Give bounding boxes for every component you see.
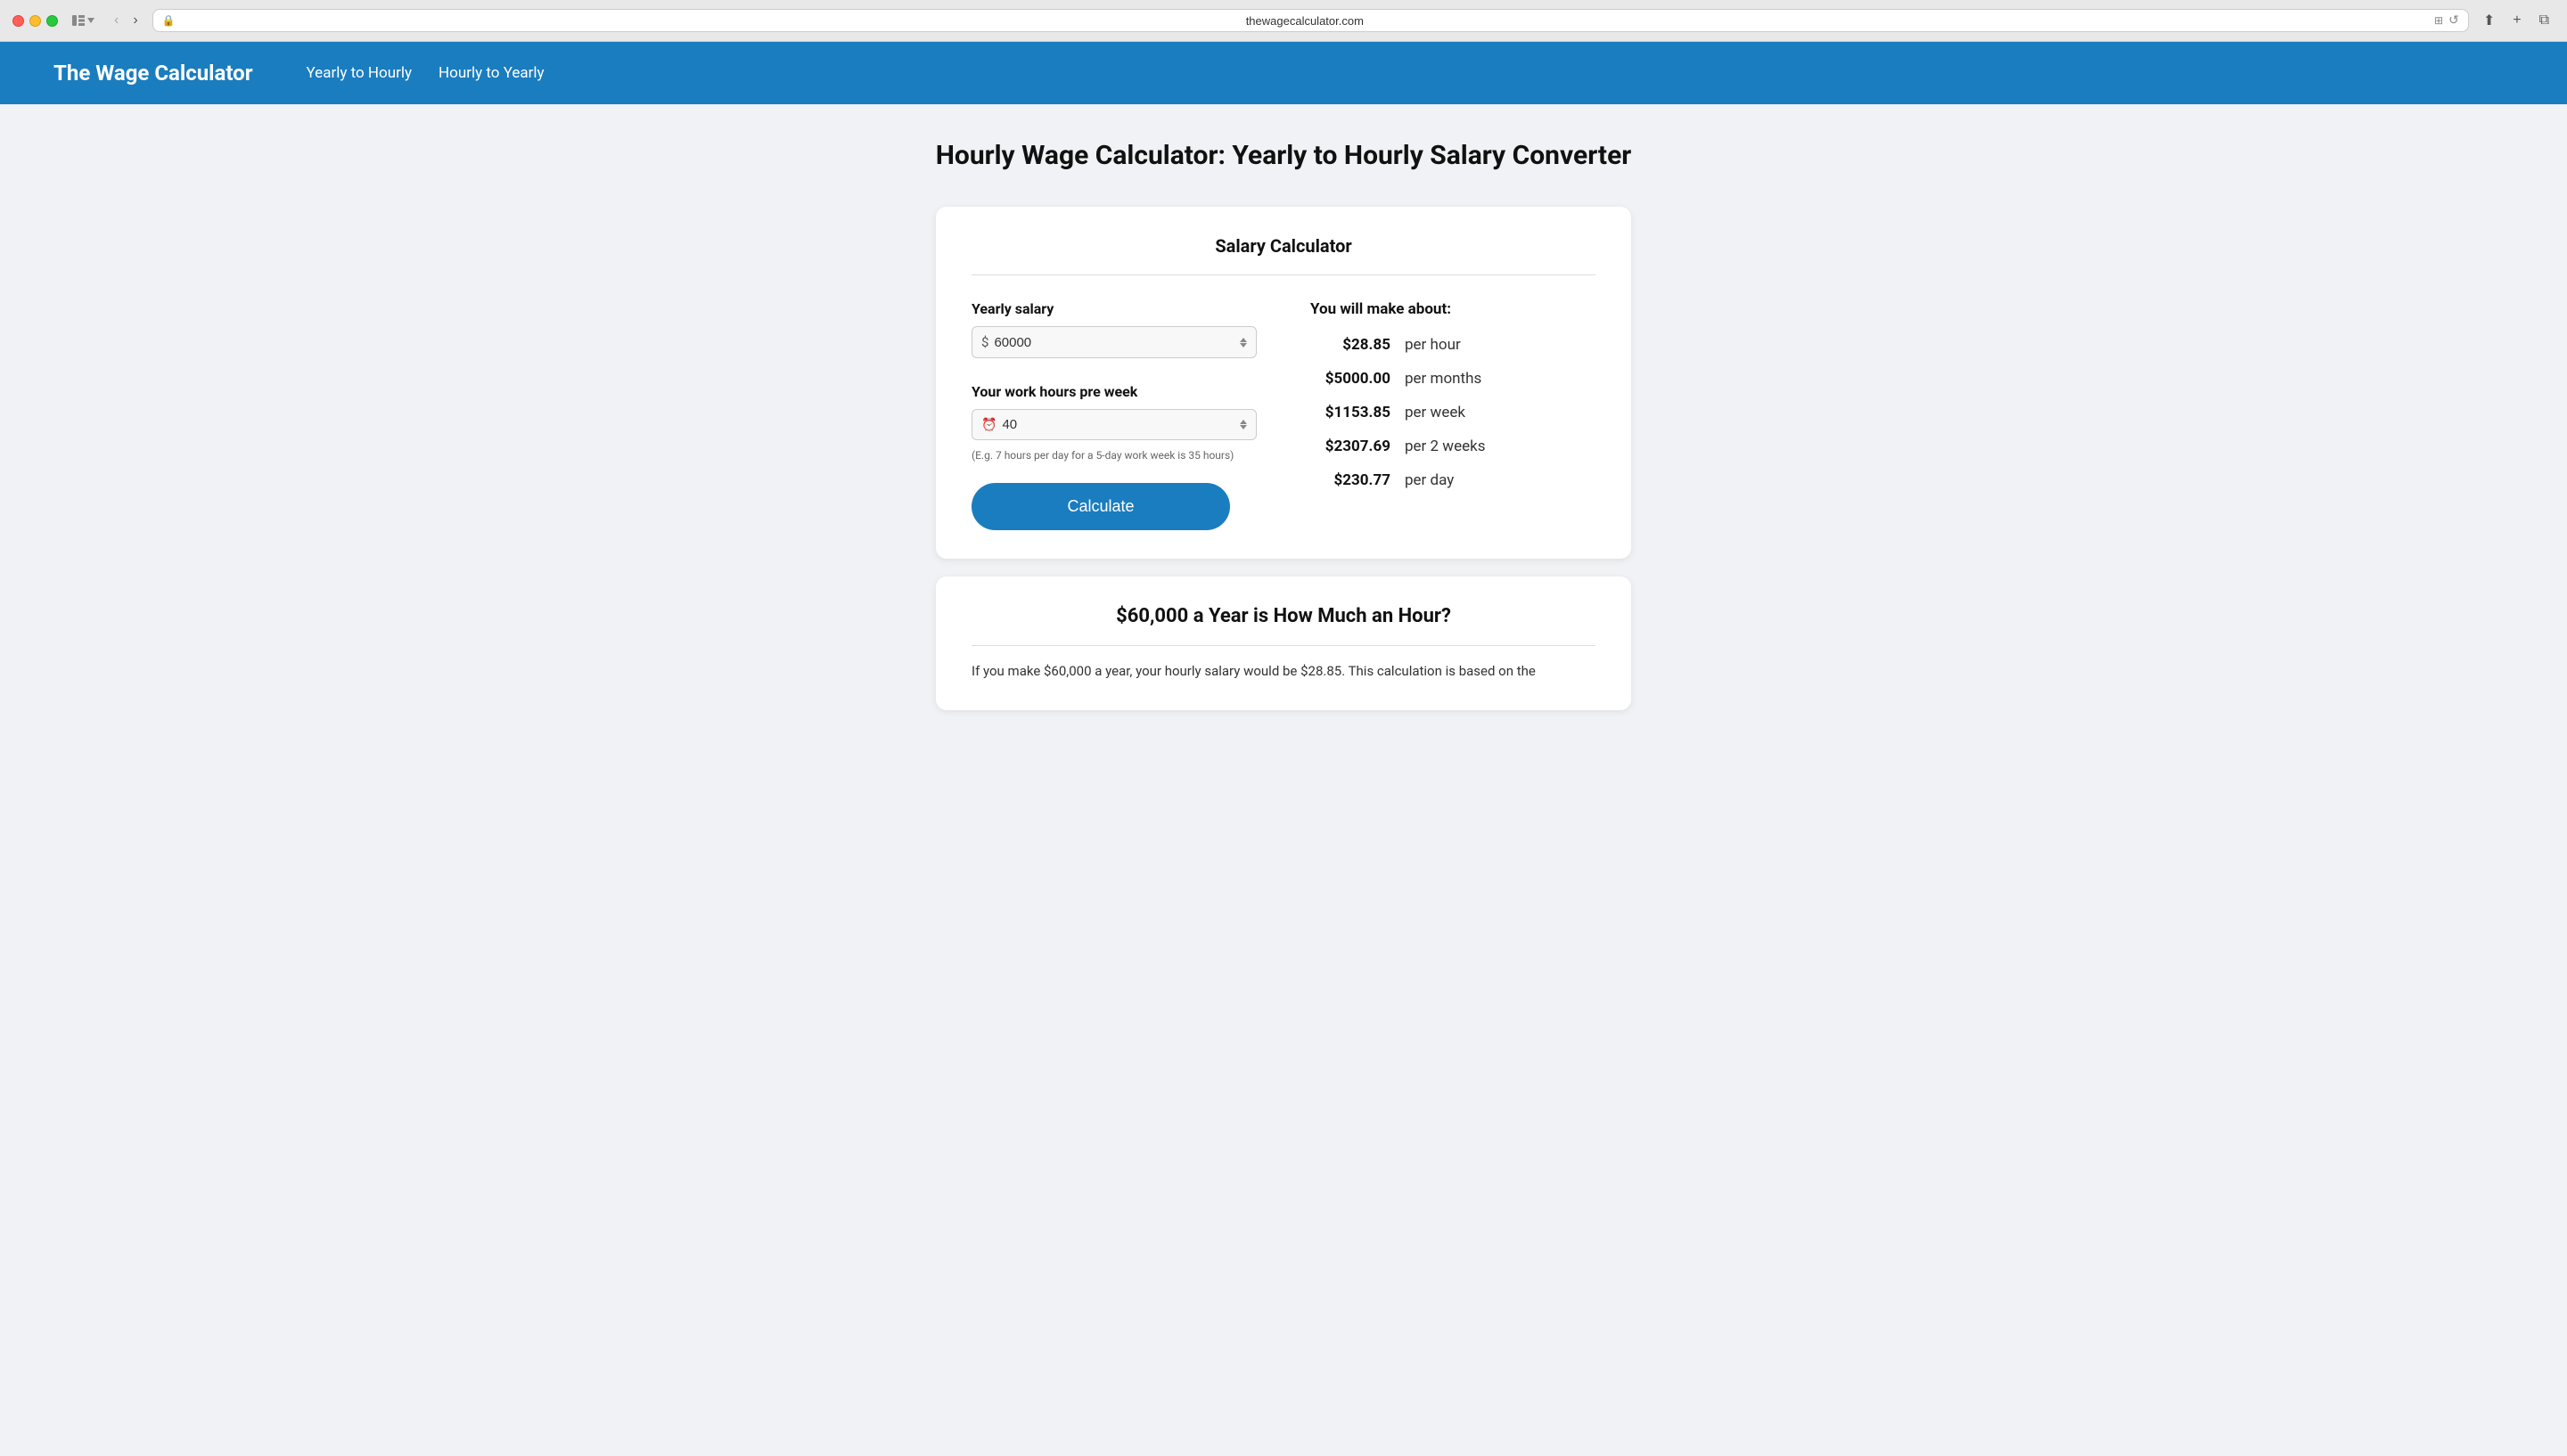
site-nav: The Wage Calculator Yearly to Hourly Hou… — [0, 42, 2567, 104]
reader-mode-icon: ⊞ — [2434, 14, 2443, 27]
result-period-week: per week — [1405, 404, 1465, 421]
security-icon: 🔒 — [162, 14, 176, 27]
hours-spinner-up-icon[interactable] — [1240, 420, 1247, 424]
nav-buttons: ‹ › — [109, 11, 144, 30]
traffic-light-yellow[interactable] — [29, 15, 41, 27]
back-button[interactable]: ‹ — [109, 11, 124, 30]
card-title: Salary Calculator — [972, 235, 1595, 257]
result-row-month: $5000.00 per months — [1310, 370, 1595, 388]
result-period-hour: per hour — [1405, 336, 1461, 354]
nav-links: Yearly to Hourly Hourly to Yearly — [307, 64, 545, 82]
hours-input[interactable] — [1002, 417, 1234, 432]
sidebar-toggle-button[interactable] — [67, 12, 100, 29]
result-period-2weeks: per 2 weeks — [1405, 438, 1486, 455]
browser-chrome: ‹ › 🔒 ⊞ ↺ ⬆ + ⧉ — [0, 0, 2567, 42]
share-button[interactable]: ⬆ — [2478, 10, 2500, 31]
address-bar-container: 🔒 ⊞ ↺ — [152, 9, 2469, 32]
address-bar[interactable] — [181, 14, 2429, 28]
spinner-up-icon[interactable] — [1240, 338, 1247, 342]
result-period-month: per months — [1405, 370, 1481, 388]
calculator-card: Salary Calculator Yearly salary $ Your w… — [936, 207, 1631, 559]
info-card-title: $60,000 a Year is How Much an Hour? — [972, 605, 1595, 627]
yearly-salary-spinner[interactable] — [1240, 338, 1247, 348]
calc-results: You will make about: $28.85 per hour $50… — [1310, 300, 1595, 530]
traffic-lights — [12, 15, 58, 27]
spinner-down-icon[interactable] — [1240, 343, 1247, 348]
info-card-text: If you make $60,000 a year, your hourly … — [972, 660, 1595, 682]
browser-actions: ⬆ + ⧉ — [2478, 10, 2555, 31]
result-amount-hour: $28.85 — [1310, 336, 1390, 354]
new-tab-button[interactable]: + — [2507, 11, 2526, 30]
forward-button[interactable]: › — [127, 11, 143, 30]
nav-link-yearly-to-hourly[interactable]: Yearly to Hourly — [307, 64, 413, 82]
calc-inputs: Yearly salary $ Your work hours pre week… — [972, 300, 1257, 530]
hours-input-wrapper: ⏰ — [972, 409, 1257, 440]
calculate-button[interactable]: Calculate — [972, 483, 1230, 530]
yearly-salary-input[interactable] — [994, 335, 1234, 350]
hours-spinner[interactable] — [1240, 420, 1247, 429]
card-divider — [972, 274, 1595, 275]
website: The Wage Calculator Yearly to Hourly Hou… — [0, 42, 2567, 1456]
page-content: Hourly Wage Calculator: Yearly to Hourly… — [0, 104, 2567, 1456]
tab-overview-button[interactable]: ⧉ — [2534, 11, 2555, 30]
hours-label: Your work hours pre week — [972, 383, 1257, 400]
results-heading: You will make about: — [1310, 300, 1595, 318]
result-row-2weeks: $2307.69 per 2 weeks — [1310, 438, 1595, 455]
hours-hint: (E.g. 7 hours per day for a 5-day work w… — [972, 449, 1257, 462]
clock-icon: ⏰ — [981, 418, 996, 432]
traffic-light-green[interactable] — [46, 15, 58, 27]
browser-toolbar: ‹ › 🔒 ⊞ ↺ ⬆ + ⧉ — [12, 9, 2555, 32]
result-row-week: $1153.85 per week — [1310, 404, 1595, 421]
info-card: $60,000 a Year is How Much an Hour? If y… — [936, 577, 1631, 710]
site-logo[interactable]: The Wage Calculator — [53, 61, 253, 86]
traffic-light-red[interactable] — [12, 15, 24, 27]
hours-spinner-down-icon[interactable] — [1240, 425, 1247, 429]
info-card-divider — [972, 645, 1595, 646]
result-amount-day: $230.77 — [1310, 471, 1390, 489]
calculator-layout: Yearly salary $ Your work hours pre week… — [972, 300, 1595, 530]
yearly-salary-label: Yearly salary — [972, 300, 1257, 317]
result-amount-2weeks: $2307.69 — [1310, 438, 1390, 455]
result-period-day: per day — [1405, 471, 1454, 489]
dollar-prefix: $ — [981, 334, 988, 350]
result-row-hour: $28.85 per hour — [1310, 336, 1595, 354]
result-row-day: $230.77 per day — [1310, 471, 1595, 489]
yearly-salary-input-wrapper: $ — [972, 326, 1257, 358]
result-amount-month: $5000.00 — [1310, 370, 1390, 388]
page-title: Hourly Wage Calculator: Yearly to Hourly… — [18, 140, 2549, 171]
nav-link-hourly-to-yearly[interactable]: Hourly to Yearly — [439, 64, 545, 82]
result-amount-week: $1153.85 — [1310, 404, 1390, 421]
reload-icon[interactable]: ↺ — [2448, 13, 2459, 28]
